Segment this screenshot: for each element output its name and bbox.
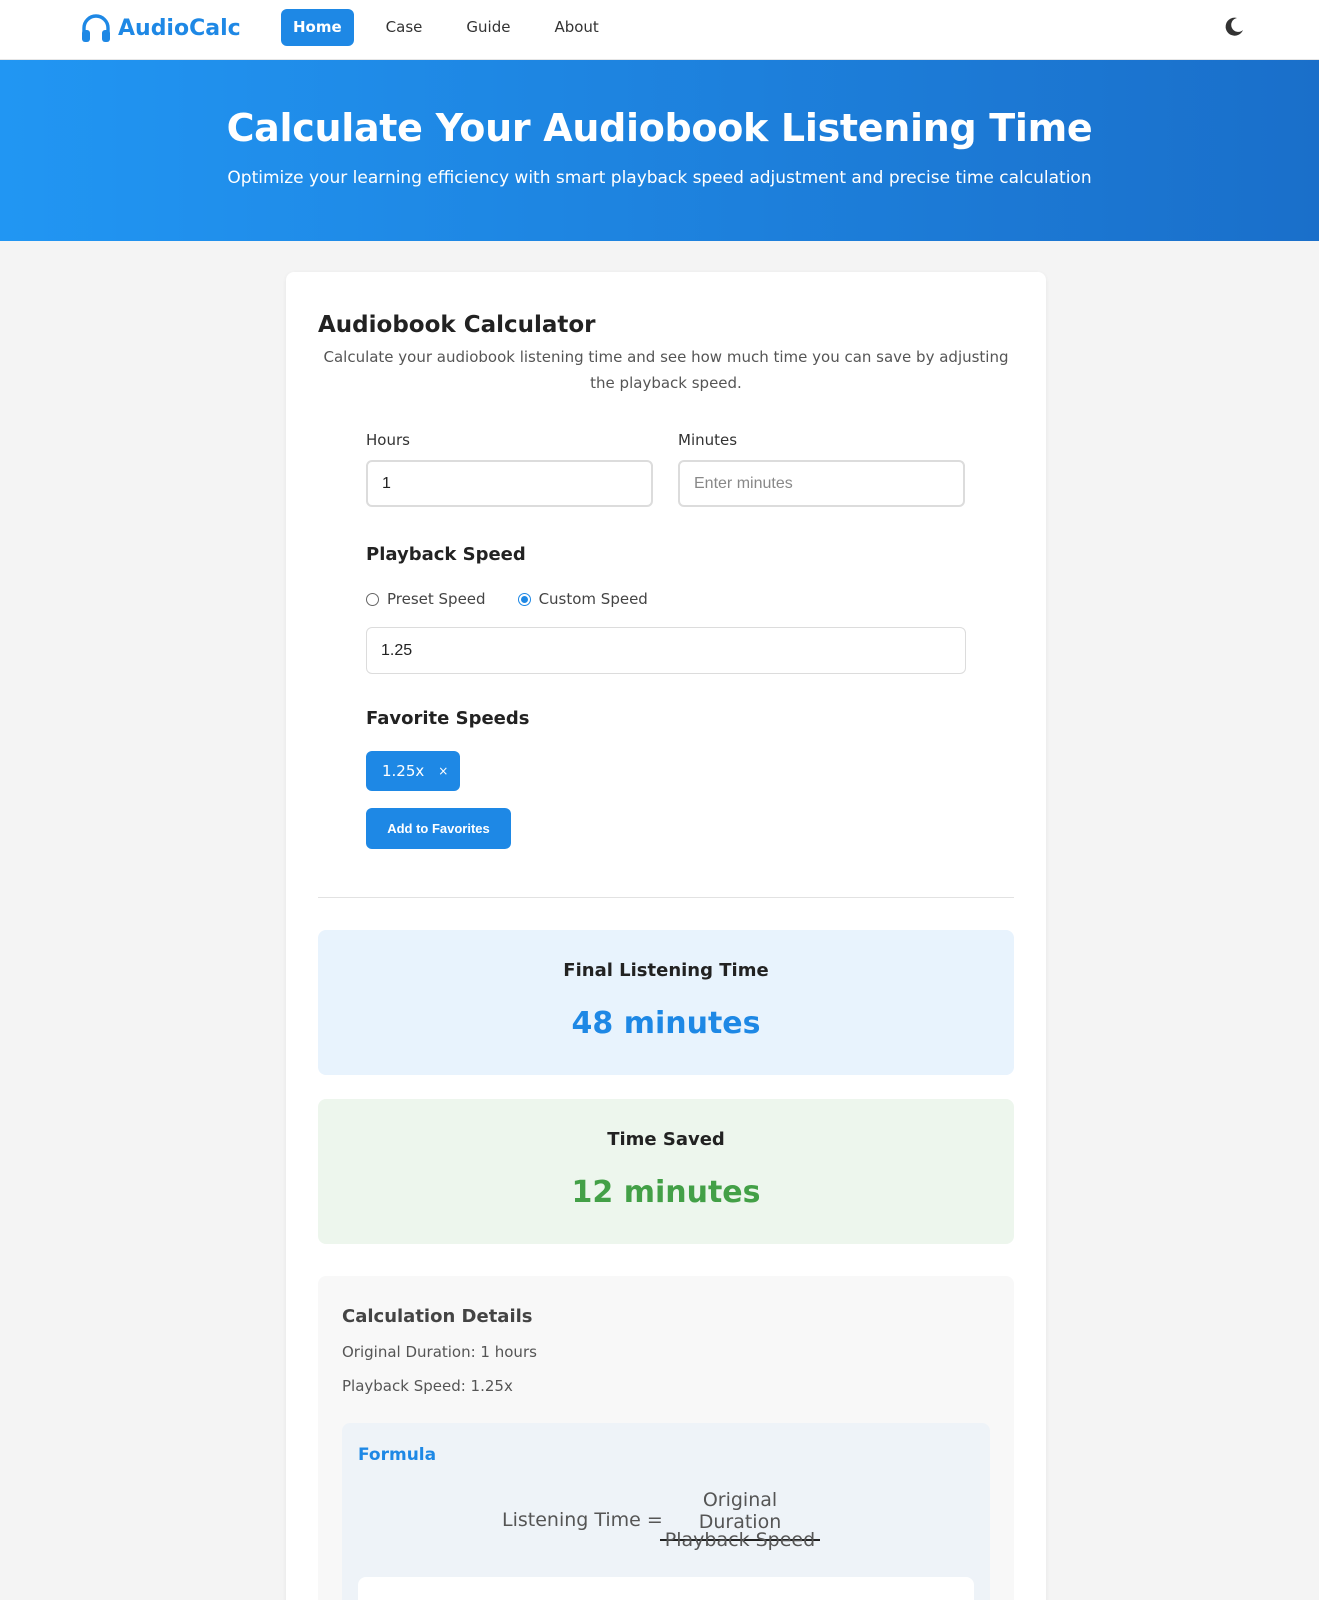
formula-example-box [358,1577,974,1600]
hours-input[interactable]: 1 [366,460,653,507]
time-saved-value: 12 minutes [571,1175,761,1210]
custom-speed-input[interactable]: 1.25 [366,627,966,674]
custom-speed-radio[interactable] [517,592,531,606]
top-navbar: AudioCalc Home Case Guide About [0,0,1319,60]
minutes-label: Minutes [678,431,738,449]
nav-links: Home Case Guide About [281,9,631,46]
nav-guide[interactable]: Guide [454,9,522,46]
moon-icon[interactable] [1222,15,1246,39]
formula-denominator: Playback Speed [664,1529,816,1551]
formula-title: Formula [358,1445,437,1465]
nav-about[interactable]: About [542,9,610,46]
speed-mode-radios: Preset Speed Custom Speed [366,590,680,608]
time-saved-panel: Time Saved 12 minutes [318,1099,1014,1244]
hours-label: Hours [366,431,410,449]
nav-home[interactable]: Home [281,9,354,46]
formula-box: Formula Listening Time = Original Durati… [342,1423,990,1600]
time-saved-title: Time Saved [607,1129,725,1150]
add-to-favorites-button[interactable]: Add to Favorites [366,808,511,849]
favorite-speed-label: 1.25x [382,762,425,780]
formula-lhs: Listening Time = [502,1509,663,1531]
details-title: Calculation Details [342,1306,533,1327]
playback-speed-heading: Playback Speed [366,544,526,565]
headphones-icon [82,14,110,42]
section-divider [318,897,1014,898]
favorite-speed-chip[interactable]: 1.25x × [366,751,460,791]
calculator-title: Audiobook Calculator [318,312,596,338]
brand-name: AudioCalc [118,15,241,41]
hero-subtitle: Optimize your learning efficiency with s… [227,168,1092,188]
favorite-speeds-heading: Favorite Speeds [366,708,530,729]
brand-logo[interactable]: AudioCalc [80,12,241,44]
original-duration-text: Original Duration: 1 hours [342,1343,537,1361]
hero-banner: Calculate Your Audiobook Listening Time … [0,60,1319,241]
final-time-title: Final Listening Time [563,960,769,981]
final-time-value: 48 minutes [571,1006,761,1041]
calculator-card: Audiobook Calculator Calculate your audi… [286,272,1046,1600]
nav-case[interactable]: Case [374,9,435,46]
final-listening-time-panel: Final Listening Time 48 minutes [318,930,1014,1075]
calculation-details: Calculation Details Original Duration: 1… [318,1276,1014,1600]
hero-title: Calculate Your Audiobook Listening Time [226,106,1093,150]
minutes-input[interactable]: Enter minutes [678,460,965,507]
playback-speed-text: Playback Speed: 1.25x [342,1377,513,1395]
preset-speed-label[interactable]: Preset Speed [387,590,486,608]
calculator-description: Calculate your audiobook listening time … [323,348,1009,392]
preset-speed-radio[interactable] [366,592,379,606]
custom-speed-label[interactable]: Custom Speed [539,590,648,608]
remove-favorite-icon[interactable]: × [438,764,448,778]
